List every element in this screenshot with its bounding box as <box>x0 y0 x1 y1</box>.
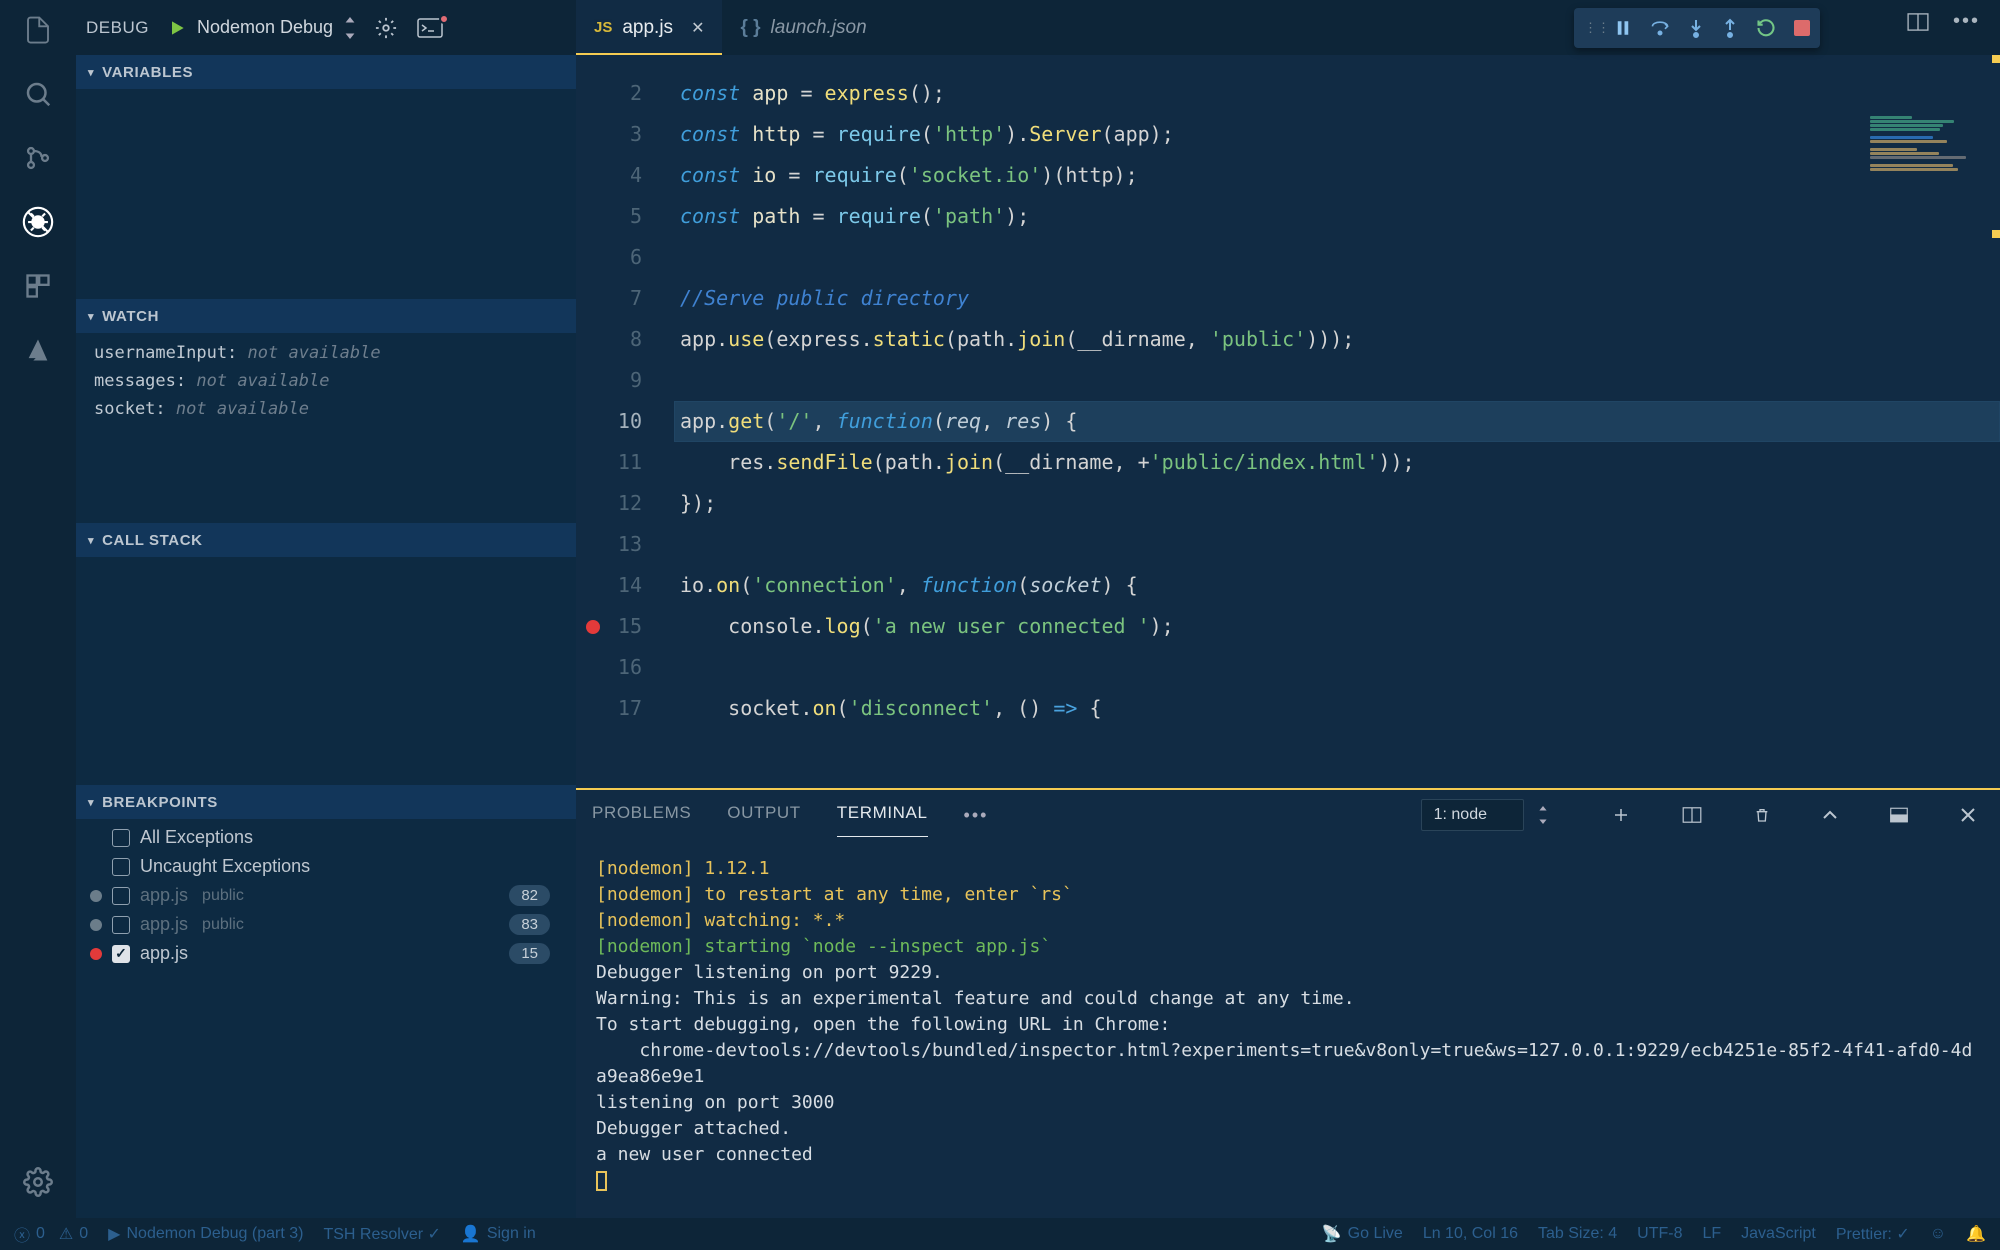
kill-terminal-icon[interactable] <box>1754 806 1770 824</box>
settings-gear-icon[interactable] <box>20 1164 56 1200</box>
more-actions-icon[interactable]: ••• <box>1953 10 1980 33</box>
editor-actions: ••• <box>1907 10 1980 33</box>
status-tabsize[interactable]: Tab Size: 4 <box>1538 1225 1617 1243</box>
debug-settings-icon[interactable] <box>375 17 397 39</box>
close-tab-icon[interactable]: ✕ <box>691 18 704 38</box>
terminal-selector[interactable]: 1: node <box>1421 799 1524 831</box>
search-icon[interactable] <box>20 76 56 112</box>
editor-group: JSapp.js✕{ }launch.json ⋮⋮ ••• 234567891… <box>576 0 2000 1218</box>
status-prettier[interactable]: Prettier: ✓ <box>1836 1224 1910 1244</box>
source-control-icon[interactable] <box>20 140 56 176</box>
status-feedback-icon[interactable]: ☺ <box>1930 1225 1946 1243</box>
breakpoint-item[interactable]: app.js15 <box>76 939 576 968</box>
status-bar: ⓧ0⚠0 ▶ Nodemon Debug (part 3) TSH Resolv… <box>0 1218 2000 1250</box>
variables-body <box>76 89 576 299</box>
js-file-icon: JS <box>594 19 612 36</box>
status-notifications-icon[interactable]: 🔔 <box>1966 1224 1986 1244</box>
checkbox[interactable] <box>112 945 130 963</box>
new-terminal-icon[interactable] <box>1612 806 1630 824</box>
status-lang[interactable]: JavaScript <box>1741 1225 1816 1243</box>
watch-section-header[interactable]: ▾WATCH <box>76 299 576 333</box>
step-over-icon[interactable] <box>1650 19 1670 37</box>
terminal-tab[interactable]: TERMINAL <box>837 803 928 827</box>
debug-header: DEBUG Nodemon Debug <box>76 0 576 55</box>
config-switch-icon[interactable] <box>343 17 357 39</box>
chevron-down-icon: ▾ <box>88 796 94 809</box>
callstack-section-header[interactable]: ▾CALL STACK <box>76 523 576 557</box>
close-panel-icon[interactable] <box>1960 807 1976 823</box>
checkbox[interactable] <box>112 916 130 934</box>
status-lncol[interactable]: Ln 10, Col 16 <box>1423 1225 1518 1243</box>
terminal-output[interactable]: [nodemon] 1.12.1[nodemon] to restart at … <box>576 840 2000 1218</box>
status-encoding[interactable]: UTF-8 <box>1637 1225 1682 1243</box>
breakpoint-item[interactable]: app.jspublic82 <box>76 881 576 910</box>
debug-sidebar: DEBUG Nodemon Debug ▾VARIABLES ▾WATCH us… <box>76 0 576 1218</box>
breakpoint-item[interactable]: app.jspublic83 <box>76 910 576 939</box>
split-editor-icon[interactable] <box>1907 13 1929 31</box>
variables-section-header[interactable]: ▾VARIABLES <box>76 55 576 89</box>
panel-tabs: PROBLEMS OUTPUT TERMINAL ••• 1: node <box>576 790 2000 840</box>
watch-item[interactable]: socket: not available <box>76 395 576 423</box>
breakpoint-dot-icon <box>90 890 102 902</box>
watch-body: usernameInput: not availablemessages: no… <box>76 333 576 523</box>
minimap[interactable] <box>1870 115 1990 265</box>
debug-console-icon[interactable] <box>417 18 443 38</box>
code-editor[interactable]: 234567891011121314151617 const app = exp… <box>576 55 2000 788</box>
drag-handle-icon[interactable]: ⋮⋮ <box>1584 20 1596 36</box>
breakpoint-gutter-icon[interactable] <box>586 620 600 634</box>
step-out-icon[interactable] <box>1722 18 1738 38</box>
watch-item[interactable]: messages: not available <box>76 367 576 395</box>
checkbox[interactable] <box>112 887 130 905</box>
bottom-panel: PROBLEMS OUTPUT TERMINAL ••• 1: node [no… <box>576 788 2000 1218</box>
status-signin[interactable]: 👤 Sign in <box>461 1224 536 1244</box>
output-tab[interactable]: OUTPUT <box>727 803 800 827</box>
breakpoint-dot-icon <box>90 919 102 931</box>
chevron-down-icon: ▾ <box>88 310 94 323</box>
editor-tab[interactable]: JSapp.js✕ <box>576 0 722 55</box>
restart-icon[interactable] <box>1756 18 1776 38</box>
breakpoint-exception[interactable]: All Exceptions <box>76 823 576 852</box>
explorer-icon[interactable] <box>20 12 56 48</box>
pause-icon[interactable] <box>1614 19 1632 37</box>
breakpoint-exception[interactable]: Uncaught Exceptions <box>76 852 576 881</box>
checkbox[interactable] <box>112 829 130 847</box>
debug-icon[interactable] <box>20 204 56 240</box>
editor-tab[interactable]: { }launch.json <box>722 0 884 55</box>
extensions-icon[interactable] <box>20 268 56 304</box>
checkbox[interactable] <box>112 858 130 876</box>
breakpoints-section-header[interactable]: ▾BREAKPOINTS <box>76 785 576 819</box>
activity-bar <box>0 0 76 1218</box>
more-panels-icon[interactable]: ••• <box>964 805 989 826</box>
status-debug-session[interactable]: ▶ Nodemon Debug (part 3) <box>108 1224 303 1244</box>
debug-toolbar[interactable]: ⋮⋮ <box>1574 8 1820 48</box>
step-into-icon[interactable] <box>1688 18 1704 38</box>
status-resolver[interactable]: TSH Resolver ✓ <box>323 1224 440 1244</box>
chevron-down-icon: ▾ <box>88 66 94 79</box>
maximize-panel-icon[interactable] <box>1890 807 1908 823</box>
breakpoint-dot-icon <box>90 948 102 960</box>
start-debug-icon[interactable] <box>167 18 187 38</box>
debug-config-selector[interactable]: Nodemon Debug <box>197 17 333 38</box>
azure-icon[interactable] <box>20 332 56 368</box>
debug-title: DEBUG <box>86 18 149 38</box>
terminal-select-arrows[interactable] <box>1538 806 1548 824</box>
watch-item[interactable]: usernameInput: not available <box>76 339 576 367</box>
breakpoints-body: All ExceptionsUncaught Exceptionsapp.jsp… <box>76 819 576 978</box>
status-golive[interactable]: 📡 Go Live <box>1322 1224 1403 1244</box>
status-eol[interactable]: LF <box>1702 1225 1721 1243</box>
status-errors[interactable]: ⓧ0⚠0 <box>14 1222 88 1246</box>
json-file-icon: { } <box>740 17 760 39</box>
panel-up-icon[interactable] <box>1822 809 1838 821</box>
stop-icon[interactable] <box>1794 20 1810 36</box>
split-terminal-icon[interactable] <box>1682 807 1702 823</box>
chevron-down-icon: ▾ <box>88 534 94 547</box>
callstack-body <box>76 557 576 785</box>
problems-tab[interactable]: PROBLEMS <box>592 803 691 827</box>
